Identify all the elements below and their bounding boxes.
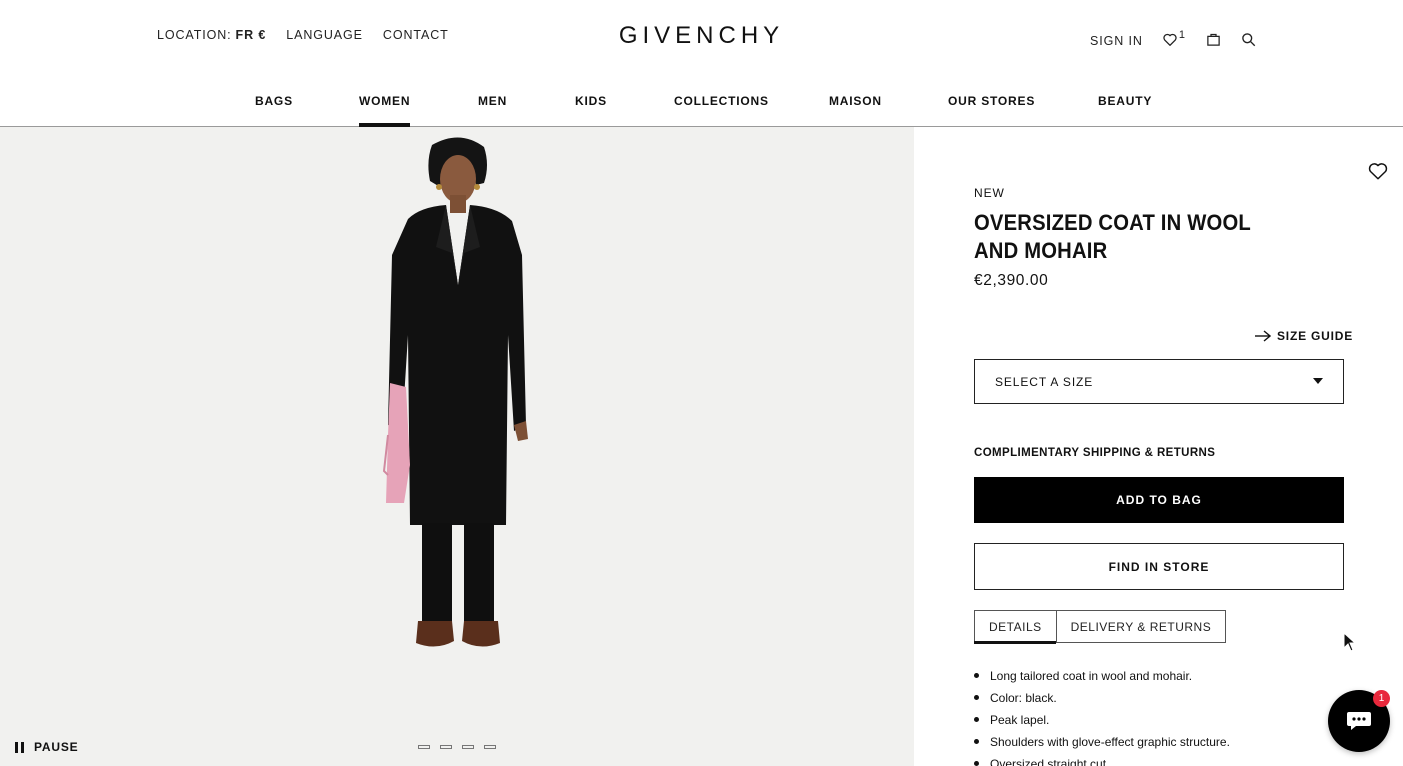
wishlist-count: 1 [1178,28,1186,41]
product-details-list: Long tailored coat in wool and mohair. C… [974,665,1334,766]
caret-down-icon [1313,378,1323,384]
add-to-bag-button[interactable]: ADD TO BAG [974,477,1344,523]
list-item: Oversized straight cut. [974,753,1334,766]
site-header: LOCATION: FR € LANGUAGE CONTACT GIVENCHY … [0,0,1403,127]
size-select-value: SELECT A SIZE [995,374,1094,389]
add-to-wishlist-heart-icon[interactable] [1368,162,1388,185]
sign-in-link[interactable]: SIGN IN [1090,34,1143,48]
shipping-notice: COMPLIMENTARY SHIPPING & RETURNS [974,447,1216,459]
utility-links: LOCATION: FR € LANGUAGE CONTACT [157,28,469,42]
slide-indicator[interactable] [484,745,496,749]
nav-item-men[interactable]: MEN [478,94,507,108]
location-label: LOCATION: [157,28,232,42]
slide-indicator[interactable] [418,745,430,749]
size-guide-label: SIZE GUIDE [1277,329,1354,343]
new-badge: NEW [974,186,1005,200]
chat-icon [1346,710,1372,732]
product-gallery[interactable]: PAUSE [0,127,914,766]
nav-item-maison[interactable]: MAISON [829,94,882,108]
nav-item-collections[interactable]: COLLECTIONS [674,94,769,108]
product-price: €2,390.00 [974,272,1049,289]
mouse-cursor-icon [1343,631,1357,657]
slide-indicator[interactable] [440,745,452,749]
pause-icon [15,741,24,753]
tab-delivery-returns[interactable]: DELIVERY & RETURNS [1055,611,1226,642]
product-title: OVERSIZED COAT IN WOOL AND MOHAIR [974,210,1251,263]
wishlist-button[interactable]: 1 [1163,29,1186,46]
chat-notification-badge: 1 [1373,690,1390,707]
slide-indicator[interactable] [462,745,474,749]
size-guide-link[interactable]: SIZE GUIDE [1255,329,1353,343]
slide-indicators [418,745,496,749]
find-in-store-button[interactable]: FIND IN STORE [974,543,1344,590]
nav-item-bags[interactable]: BAGS [255,94,293,108]
givenchy-logo[interactable]: GIVENCHY [560,22,843,50]
list-item: Long tailored coat in wool and mohair. [974,665,1334,687]
nav-item-beauty[interactable]: BEAUTY [1098,94,1152,108]
heart-icon [1163,33,1177,46]
nav-item-women[interactable]: WOMEN [359,94,411,127]
pause-label: PAUSE [34,740,79,754]
product-info-tabs: DETAILS DELIVERY & RETURNS [974,610,1227,644]
contact-link[interactable]: CONTACT [383,28,449,42]
location-selector[interactable]: LOCATION: FR € [157,28,266,42]
main-navigation: BAGS WOMEN MEN KIDS COLLECTIONS MAISON O… [0,86,1403,127]
nav-item-our-stores[interactable]: OUR STORES [948,94,1035,108]
product-image [382,137,528,647]
nav-item-kids[interactable]: KIDS [575,94,607,108]
arrow-right-icon [1255,330,1277,342]
search-icon[interactable] [1241,32,1256,47]
account-tools: SIGN IN 1 [1090,28,1256,50]
language-link[interactable]: LANGUAGE [286,28,363,42]
location-value: FR € [235,28,267,42]
bag-icon[interactable] [1206,32,1221,47]
size-select-dropdown[interactable]: SELECT A SIZE [974,359,1344,404]
list-item: Peak lapel. [974,709,1334,731]
list-item: Shoulders with glove-effect graphic stru… [974,731,1334,753]
tab-details[interactable]: DETAILS [974,611,1056,644]
slideshow-pause-button[interactable]: PAUSE [15,740,78,754]
list-item: Color: black. [974,687,1334,709]
